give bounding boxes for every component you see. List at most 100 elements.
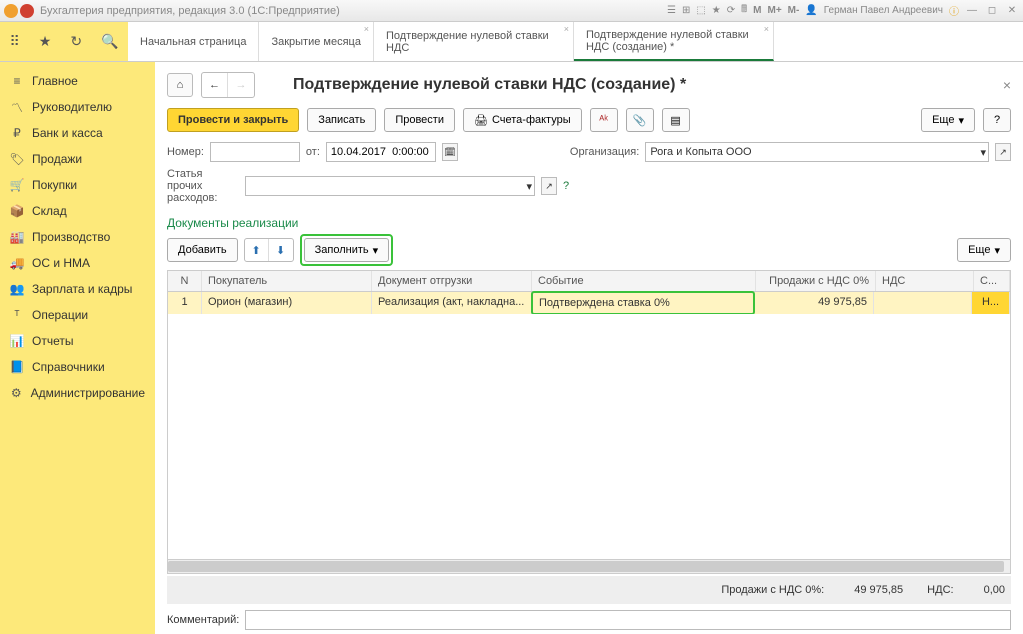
window-close[interactable]: ✕ [1005, 4, 1019, 18]
window-minimize[interactable]: — [965, 4, 979, 18]
help-link[interactable]: ? [563, 180, 569, 192]
post-button[interactable]: Провести [384, 108, 455, 132]
invoices-button[interactable]: 🖨Счета-фактуры [463, 108, 582, 132]
horizontal-scrollbar[interactable] [168, 559, 1010, 573]
cell-doc[interactable]: Реализация (акт, накладна... [372, 292, 532, 314]
org-select[interactable]: Рога и Копыта ООО▾ [645, 142, 989, 162]
more-button[interactable]: Еще ▾ [921, 108, 975, 132]
sidebar-item-sales[interactable]: 🏷 Продажи [0, 146, 155, 172]
info-icon[interactable]: ⓘ [949, 3, 959, 18]
back-button[interactable]: ← [202, 73, 228, 97]
move-up-icon[interactable]: ⬆ [245, 239, 269, 261]
tab-home[interactable]: Начальная страница [128, 22, 259, 61]
sidebar-item-operations[interactable]: ᵀОперации [0, 302, 155, 328]
scrollbar-thumb[interactable] [168, 561, 1004, 572]
tb-icon-calc[interactable]: 🖩 [741, 2, 747, 19]
date-input[interactable] [326, 142, 436, 162]
report-icon: 📊 [10, 334, 24, 348]
add-row-button[interactable]: Добавить [167, 238, 238, 262]
tab-close-icon[interactable]: × [564, 24, 569, 34]
open-expense-button[interactable]: ↗ [541, 177, 557, 195]
sidebar-item-warehouse[interactable]: 📦Склад [0, 198, 155, 224]
home-button[interactable]: ⌂ [167, 73, 193, 97]
m-button[interactable]: M [753, 5, 761, 16]
sidebar-item-bank[interactable]: ₽Банк и касса [0, 120, 155, 146]
cell-n[interactable]: 1 [168, 292, 202, 314]
col-buyer[interactable]: Покупатель [202, 271, 372, 291]
calendar-icon[interactable]: 🗓 [442, 143, 458, 161]
tb-icon-4[interactable]: ★ [712, 5, 721, 16]
table-more-button[interactable]: Еще ▾ [957, 238, 1011, 262]
tab-vat-create[interactable]: Подтверждение нулевой ставки НДС (создан… [574, 22, 774, 61]
tab-month-close[interactable]: Закрытие месяца× [259, 22, 374, 61]
m-minus-button[interactable]: M- [788, 5, 800, 16]
tab-vat-confirm[interactable]: Подтверждение нулевой ставки НДС× [374, 22, 574, 61]
print-icon: 🖨 [474, 114, 488, 127]
fill-button[interactable]: Заполнить ▾ [304, 238, 390, 262]
comment-label: Комментарий: [167, 614, 239, 626]
grid-row[interactable]: 1 Орион (магазин) Реализация (акт, накла… [168, 292, 1010, 314]
fill-button-highlight: Заполнить ▾ [300, 234, 394, 266]
favorites-icon[interactable]: ★ [39, 33, 52, 50]
user-name[interactable]: Герман Павел Андреевич [824, 5, 943, 16]
history-icon[interactable]: ↻ [70, 33, 82, 50]
apps-icon[interactable]: ⠿ [10, 33, 20, 50]
content-area: ⌂ ← → Подтверждение нулевой ставки НДС (… [155, 62, 1023, 634]
list-button[interactable]: ▤ [662, 108, 690, 132]
sidebar-label: Продажи [32, 152, 82, 166]
sidebar-item-assets[interactable]: 🚚ОС и НМА [0, 250, 155, 276]
more-label: Еще [932, 114, 954, 126]
open-org-button[interactable]: ↗ [995, 143, 1011, 161]
col-doc[interactable]: Документ отгрузки [372, 271, 532, 291]
sidebar-item-purchases[interactable]: 🛒Покупки [0, 172, 155, 198]
tb-icon-2[interactable]: ⊞ [682, 5, 690, 16]
search-icon[interactable]: 🔍 [101, 33, 118, 50]
sidebar-label: Производство [32, 230, 110, 244]
ruble-icon: ₽ [10, 126, 24, 140]
main-area: ≡Главное 〽Руководителю ₽Банк и касса 🏷 Пр… [0, 62, 1023, 634]
forward-button[interactable]: → [228, 73, 254, 97]
save-button[interactable]: Записать [307, 108, 376, 132]
window-maximize[interactable]: ◻ [985, 4, 999, 18]
cell-buyer[interactable]: Орион (магазин) [202, 292, 372, 314]
help-button[interactable]: ? [983, 108, 1011, 132]
tb-icon-3[interactable]: ⬚ [696, 5, 705, 16]
post-and-close-button[interactable]: Провести и закрыть [167, 108, 299, 132]
tb-icon-1[interactable]: ☰ [667, 5, 676, 16]
attach-button[interactable]: 📎 [626, 108, 654, 132]
col-sales[interactable]: Продажи с НДС 0% [756, 271, 876, 291]
col-nds[interactable]: НДС [876, 271, 974, 291]
tb-icon-5[interactable]: ⟳ [727, 5, 735, 16]
tab-close-icon[interactable]: × [364, 24, 369, 34]
expense-select[interactable]: ▾ [245, 176, 535, 196]
dt-kt-button[interactable]: ᴬᵏ [590, 108, 618, 132]
comment-input[interactable] [245, 610, 1011, 630]
sidebar-item-admin[interactable]: ⚙Администрирование [0, 380, 155, 406]
sidebar-item-manager[interactable]: 〽Руководителю [0, 94, 155, 120]
sidebar-item-production[interactable]: 🏭Производство [0, 224, 155, 250]
m-plus-button[interactable]: M+ [767, 5, 781, 16]
page-header: ⌂ ← → Подтверждение нулевой ставки НДС (… [167, 72, 1011, 98]
tab-close-icon[interactable]: × [764, 24, 769, 34]
col-n[interactable]: N [168, 271, 202, 291]
from-label: от: [306, 146, 320, 158]
cell-sales[interactable]: 49 975,85 [754, 292, 874, 314]
sidebar-item-dictionaries[interactable]: 📘Справочники [0, 354, 155, 380]
number-input[interactable] [210, 142, 300, 162]
tag-icon: 🏷 [10, 152, 24, 166]
col-event[interactable]: Событие [532, 271, 756, 291]
sidebar-item-main[interactable]: ≡Главное [0, 68, 155, 94]
cell-last[interactable]: Н... [972, 292, 1010, 314]
expense-label: Статья прочих расходов: [167, 168, 239, 204]
page-close[interactable]: × [1003, 77, 1011, 93]
app-icon-2 [20, 4, 34, 18]
sidebar-label: Справочники [32, 360, 105, 374]
cell-nds[interactable] [874, 292, 972, 314]
col-last[interactable]: С... [974, 271, 1010, 291]
move-down-icon[interactable]: ⬇ [269, 239, 293, 261]
sidebar-item-reports[interactable]: 📊 Отчеты [0, 328, 155, 354]
tab-month-close-label: Закрытие месяца [271, 36, 361, 48]
sidebar-item-hr[interactable]: 👥Зарплата и кадры [0, 276, 155, 302]
cell-event[interactable]: Подтверждена ставка 0% [531, 291, 755, 315]
sidebar-label: Отчеты [32, 334, 73, 348]
